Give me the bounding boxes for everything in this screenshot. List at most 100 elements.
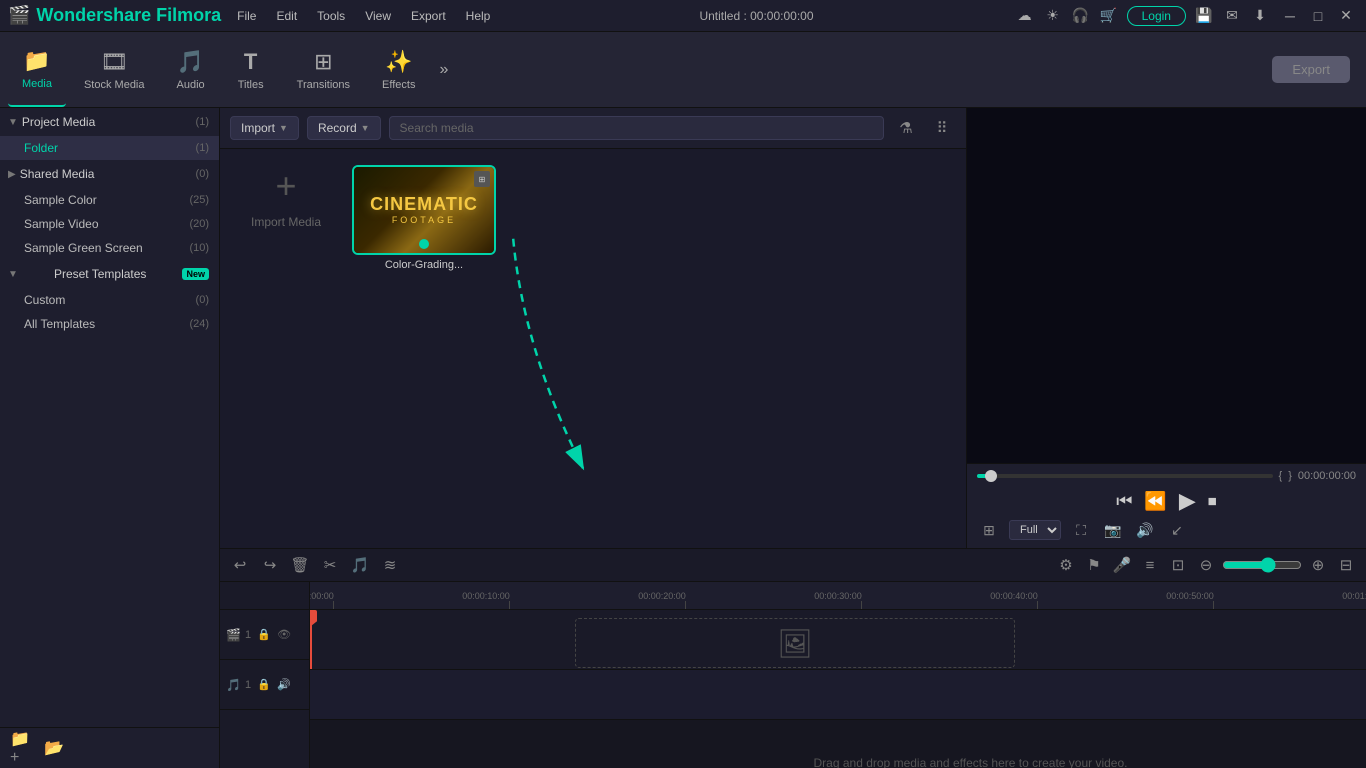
- cut-button[interactable]: ✂: [318, 553, 342, 577]
- zoom-plus-icon[interactable]: ⊕: [1306, 553, 1330, 577]
- add-to-timeline-icon[interactable]: ⊞: [977, 518, 1001, 542]
- settings-icon[interactable]: ⚙: [1054, 553, 1078, 577]
- lock-icon[interactable]: 🔒: [255, 626, 273, 644]
- play-indicator: [419, 239, 429, 249]
- audio-lock-icon[interactable]: 🔒: [255, 676, 273, 694]
- audio-button[interactable]: 🎵: [348, 553, 372, 577]
- zoom-out-icon[interactable]: ↙: [1165, 518, 1189, 542]
- login-button[interactable]: Login: [1127, 6, 1186, 26]
- menu-edit[interactable]: Edit: [268, 7, 305, 25]
- search-input[interactable]: [389, 116, 884, 140]
- cloud-icon[interactable]: ☁: [1015, 6, 1035, 26]
- pip-icon[interactable]: ⊡: [1166, 553, 1190, 577]
- step-back-button[interactable]: ⏮: [1116, 491, 1132, 512]
- sidebar-item-folder[interactable]: Folder (1): [0, 136, 219, 160]
- add-folder-icon[interactable]: 📁+: [10, 736, 34, 760]
- toolbar-titles[interactable]: T Titles: [223, 32, 279, 107]
- export-button[interactable]: Export: [1272, 56, 1350, 83]
- toolbar-more-button[interactable]: »: [433, 61, 454, 79]
- save-icon[interactable]: 💾: [1194, 6, 1214, 26]
- fullscreen-icon[interactable]: ⛶: [1069, 518, 1093, 542]
- toolbar-media[interactable]: 📁 Media: [8, 32, 66, 107]
- record-button[interactable]: Record ▼: [307, 116, 381, 140]
- toolbar-effects[interactable]: ✨ Effects: [368, 32, 429, 107]
- audio-track[interactable]: [310, 670, 1366, 720]
- logo-icon: 🎬: [8, 5, 30, 26]
- import-label: Import: [241, 121, 275, 135]
- zoom-slider[interactable]: [1222, 557, 1302, 573]
- filter-icon[interactable]: ⚗: [892, 114, 920, 142]
- sun-icon[interactable]: ☀: [1043, 6, 1063, 26]
- folder-label: Folder: [24, 141, 58, 155]
- headphone-icon[interactable]: 🎧: [1071, 6, 1091, 26]
- seekbar-container: { } 00:00:00:00: [977, 470, 1356, 482]
- import-button[interactable]: Import ▼: [230, 116, 299, 140]
- redo-button[interactable]: ↪: [258, 553, 282, 577]
- sidebar-item-sample-green[interactable]: Sample Green Screen (10): [0, 236, 219, 260]
- timeline-ruler[interactable]: 00:00:00:0000:00:10:0000:00:20:0000:00:3…: [310, 582, 1366, 610]
- menu-file[interactable]: File: [229, 7, 264, 25]
- toolbar: 📁 Media 🎞 Stock Media 🎵 Audio T Titles ⊞…: [0, 32, 1366, 108]
- sidebar-item-all-templates[interactable]: All Templates (24): [0, 312, 219, 336]
- preview-extra-controls: ⊞ Full ⛶ 📷 🔊 ↙: [977, 518, 1356, 542]
- media-thumbnail[interactable]: CINEMATIC FOOTAGE ⊞: [352, 165, 496, 255]
- sample-green-count: (10): [189, 242, 209, 254]
- marker-icon[interactable]: ⚑: [1082, 553, 1106, 577]
- toolbar-stock-media[interactable]: 🎞 Stock Media: [70, 32, 159, 107]
- menu-help[interactable]: Help: [458, 7, 499, 25]
- waveform-icon[interactable]: ≋: [378, 553, 402, 577]
- frame-back-button[interactable]: ⏪: [1144, 491, 1166, 512]
- project-media-header[interactable]: ▼ Project Media (1): [0, 108, 219, 136]
- minimize-button[interactable]: ─: [1278, 4, 1302, 28]
- seek-bar[interactable]: [977, 474, 1273, 478]
- sidebar-item-sample-video[interactable]: Sample Video (20): [0, 212, 219, 236]
- folder-open-icon[interactable]: 📂: [42, 736, 66, 760]
- menu-export[interactable]: Export: [403, 7, 454, 25]
- screenshot-icon[interactable]: 📷: [1101, 518, 1125, 542]
- upper-panels: Import ▼ Record ▼ ⚗ ⠿ + Import Medi: [220, 108, 1366, 548]
- bracket-left-icon[interactable]: {: [1279, 470, 1283, 482]
- eye-icon[interactable]: 👁: [275, 626, 293, 644]
- menu-view[interactable]: View: [357, 7, 399, 25]
- sample-color-label: Sample Color: [24, 193, 97, 207]
- shared-media-header[interactable]: ▶ Shared Media (0): [0, 160, 219, 188]
- thumb-badge: ⊞: [474, 171, 490, 187]
- seek-handle[interactable]: [985, 470, 997, 482]
- preview-controls: { } 00:00:00:00 ⏮ ⏪ ▶ ⏹ ⊞: [967, 463, 1366, 548]
- cart-icon[interactable]: 🛒: [1099, 6, 1119, 26]
- menu-tools[interactable]: Tools: [309, 7, 353, 25]
- sidebar-item-custom[interactable]: Custom (0): [0, 288, 219, 312]
- grid-icon[interactable]: ⠿: [928, 114, 956, 142]
- notification-icon[interactable]: ✉: [1222, 6, 1242, 26]
- preset-templates-label: Preset Templates: [54, 267, 147, 281]
- close-button[interactable]: ✕: [1334, 4, 1358, 28]
- main-area: ▼ Project Media (1) Folder (1) ▶ Shared …: [0, 108, 1366, 768]
- maximize-button[interactable]: □: [1306, 4, 1330, 28]
- audio-mute-icon[interactable]: 🔊: [275, 676, 293, 694]
- fit-icon[interactable]: ⊟: [1334, 553, 1358, 577]
- timeline-tracks: 🖼 Drag and drop media and effects here t…: [310, 610, 1366, 768]
- media-drop-zone[interactable]: 🖼: [575, 618, 1015, 668]
- titlebar-right: ☁ ☀ 🎧 🛒 Login 💾 ✉ ⬇ ─ □ ✕: [1015, 4, 1358, 28]
- toolbar-transitions[interactable]: ⊞ Transitions: [283, 32, 364, 107]
- stop-button[interactable]: ⏹: [1208, 491, 1217, 512]
- undo-button[interactable]: ↩: [228, 553, 252, 577]
- quality-select[interactable]: Full: [1009, 520, 1061, 540]
- delete-button[interactable]: 🗑: [288, 553, 312, 577]
- download-icon[interactable]: ⬇: [1250, 6, 1270, 26]
- transitions-label: Transitions: [297, 79, 350, 91]
- mic-icon[interactable]: 🎤: [1110, 553, 1134, 577]
- toolbar-audio[interactable]: 🎵 Audio: [163, 32, 219, 107]
- play-button[interactable]: ▶: [1179, 488, 1196, 514]
- preview-area: [967, 108, 1366, 463]
- zoom-minus-icon[interactable]: ⊖: [1194, 553, 1218, 577]
- project-media-label: Project Media: [22, 115, 95, 129]
- bracket-right-icon[interactable]: }: [1288, 470, 1292, 482]
- preset-templates-header[interactable]: ▼ Preset Templates New: [0, 260, 219, 288]
- playback-controls: ⏮ ⏪ ▶ ⏹: [977, 488, 1356, 514]
- sidebar-item-sample-color[interactable]: Sample Color (25): [0, 188, 219, 212]
- subtitle-icon[interactable]: ≡: [1138, 553, 1162, 577]
- volume-icon[interactable]: 🔊: [1133, 518, 1157, 542]
- media-item-color-grading[interactable]: CINEMATIC FOOTAGE ⊞ Color-Grading...: [352, 165, 496, 271]
- import-media-area[interactable]: + Import Media: [236, 165, 336, 229]
